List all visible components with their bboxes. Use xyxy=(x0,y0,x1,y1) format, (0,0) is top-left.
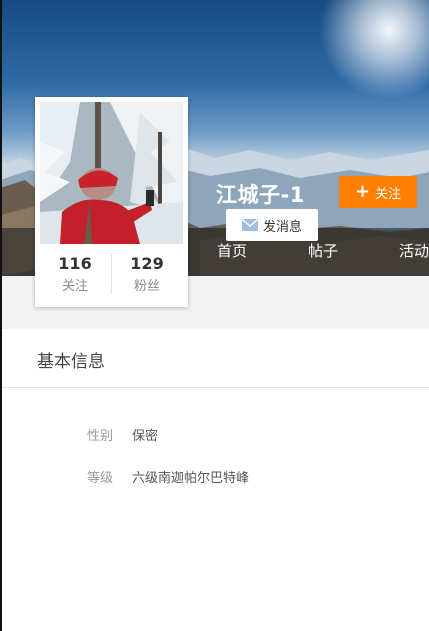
follow-label: 关注 xyxy=(375,186,402,202)
send-message-button[interactable]: 发消息 xyxy=(226,209,318,241)
tab-activities[interactable]: 活动 xyxy=(399,240,429,261)
plus-icon: + xyxy=(354,181,371,202)
profile-name: 江城子-1 xyxy=(216,183,305,207)
avatar[interactable] xyxy=(40,102,183,244)
mail-icon xyxy=(241,219,258,231)
info-row-gender: 性别 保密 xyxy=(0,425,429,449)
gender-label: 性别 xyxy=(86,429,113,444)
follow-button[interactable]: + 关注 xyxy=(339,176,417,208)
following-count: 116 xyxy=(58,254,92,273)
tab-home[interactable]: 首页 xyxy=(217,240,247,261)
following-stat[interactable]: 116 关注 xyxy=(40,254,110,294)
level-label: 等级 xyxy=(86,471,113,486)
tab-posts[interactable]: 帖子 xyxy=(308,240,338,261)
avatar-photo xyxy=(40,102,183,244)
profile-card: 116 关注 129 粉丝 xyxy=(35,97,188,307)
followers-stat[interactable]: 129 粉丝 xyxy=(112,254,182,294)
info-row-level: 等级 六级南迦帕尔巴特峰 xyxy=(0,467,429,491)
followers-label: 粉丝 xyxy=(133,279,160,294)
level-value: 六级南迦帕尔巴特峰 xyxy=(132,471,250,486)
gender-value: 保密 xyxy=(132,429,159,444)
following-label: 关注 xyxy=(61,279,88,294)
window-edge xyxy=(0,0,2,631)
message-label: 发消息 xyxy=(262,219,302,235)
followers-count: 129 xyxy=(130,254,164,273)
basic-info-title: 基本信息 xyxy=(37,352,105,372)
